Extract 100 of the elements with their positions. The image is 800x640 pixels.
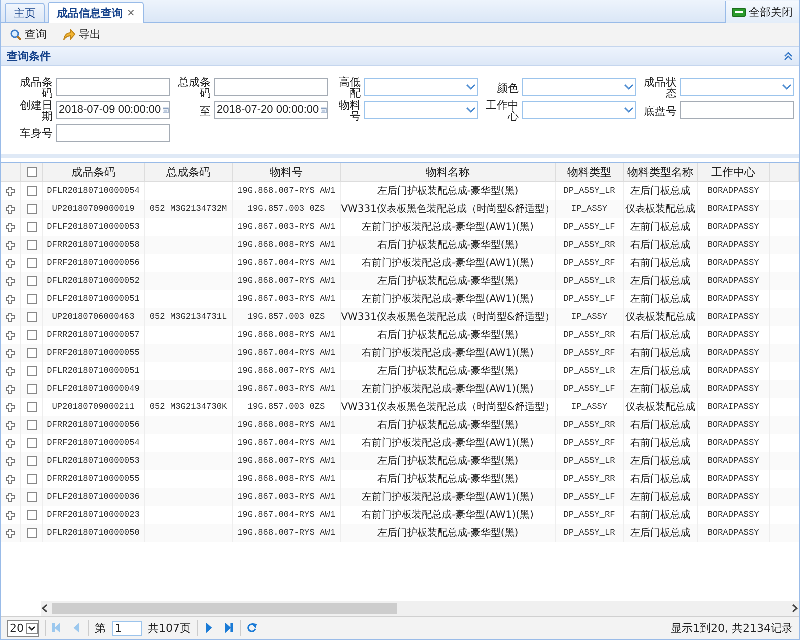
expand-icon[interactable]: [6, 528, 15, 538]
page-input[interactable]: 1: [112, 620, 142, 636]
tab[interactable]: 主页: [5, 3, 45, 22]
expand-icon[interactable]: [6, 510, 15, 520]
refresh-icon[interactable]: [247, 623, 257, 633]
checkbox[interactable]: [26, 528, 36, 538]
table-cell-text: 左前门护板装配总成-豪华型(AW1)(黑): [362, 220, 534, 234]
close-icon[interactable]: ×: [127, 8, 136, 18]
expand-icon[interactable]: [6, 348, 15, 358]
field-label: 高低配: [338, 77, 361, 99]
column-header: 物料类型名称: [624, 163, 698, 181]
checkbox[interactable]: [26, 474, 36, 484]
table-cell: 19G.867.004-RYS AW1: [238, 510, 336, 520]
column-header: 总成条码: [145, 163, 233, 181]
checkbox[interactable]: [26, 312, 36, 322]
input-field[interactable]: [56, 124, 170, 142]
checkbox[interactable]: [26, 348, 36, 358]
expand-icon[interactable]: [6, 276, 15, 286]
input-field[interactable]: [56, 78, 170, 96]
collapse-icon[interactable]: [784, 52, 793, 60]
table-cell: IP_ASSY: [571, 204, 608, 214]
close-all-button[interactable]: 全部关闭: [725, 1, 799, 23]
checkbox[interactable]: [26, 330, 36, 340]
input-field[interactable]: [680, 101, 794, 119]
horizontal-scrollbar[interactable]: [41, 601, 799, 616]
dropdown-field[interactable]: [364, 78, 478, 96]
table-cell: DFRR20180710000057: [47, 330, 140, 340]
checkbox[interactable]: [26, 204, 36, 214]
scroll-left-icon[interactable]: [41, 604, 49, 613]
table-cell-text: 右后门板总成: [630, 238, 690, 252]
table-cell: 052 M3G2134731L: [150, 312, 228, 322]
checkbox[interactable]: [26, 366, 36, 376]
checkbox[interactable]: [26, 240, 36, 250]
table-cell-text: 左后门板总成: [630, 454, 690, 468]
expand-icon[interactable]: [6, 186, 15, 196]
expand-icon[interactable]: [6, 402, 15, 412]
scroll-right-icon[interactable]: [791, 604, 799, 613]
expand-icon[interactable]: [6, 492, 15, 502]
search-button[interactable]: 查询: [7, 26, 50, 43]
next-page-icon[interactable]: [204, 623, 214, 633]
checkbox[interactable]: [26, 510, 36, 520]
dropdown-field[interactable]: [522, 101, 636, 119]
expand-icon[interactable]: [6, 456, 15, 466]
expand-icon[interactable]: [6, 204, 15, 214]
expand-icon[interactable]: [6, 366, 15, 376]
expand-icon[interactable]: [6, 294, 15, 304]
checkbox[interactable]: [26, 402, 36, 412]
field-label: 至: [199, 104, 211, 119]
field-label: 车身号: [19, 126, 53, 141]
table-cell: BORADPASSY: [708, 384, 760, 394]
dropdown-field[interactable]: [364, 101, 478, 119]
table-cell-text: 左后门护板装配总成-豪华型(黑): [377, 454, 519, 468]
field-label: 物料号: [338, 100, 361, 122]
expand-icon[interactable]: [6, 438, 15, 448]
column-header: 物料号: [233, 163, 341, 181]
table-cell: 052 M3G2134730K: [150, 402, 228, 412]
checkbox[interactable]: [26, 276, 36, 286]
dropdown-field[interactable]: [522, 78, 636, 96]
checkbox[interactable]: [26, 294, 36, 304]
tab[interactable]: 成品信息查询 ×: [48, 2, 144, 23]
table-cell: BORADPASSY: [708, 366, 760, 376]
checkbox[interactable]: [26, 186, 36, 196]
date-field[interactable]: 2018-07-20 00:00:00: [214, 101, 328, 119]
export-button[interactable]: 导出: [60, 26, 104, 43]
expand-icon[interactable]: [6, 258, 15, 268]
date-field[interactable]: 2018-07-09 00:00:00: [56, 101, 170, 119]
table-cell-text: 右前门护板装配总成-豪华型(AW1)(黑): [362, 346, 534, 360]
last-page-icon[interactable]: [224, 623, 234, 633]
table-cell: DP_ASSY_LR: [564, 276, 616, 286]
chevron-down-icon: [623, 106, 635, 114]
checkbox[interactable]: [26, 492, 36, 502]
expand-icon[interactable]: [6, 240, 15, 250]
expand-icon[interactable]: [6, 222, 15, 232]
table-cell: DP_ASSY_LF: [564, 294, 616, 304]
table-cell: DFRF20180710000054: [47, 438, 140, 448]
table-cell: DP_ASSY_LF: [564, 222, 616, 232]
expand-icon[interactable]: [6, 384, 15, 394]
checkbox[interactable]: [26, 438, 36, 448]
table-cell: BORADPASSY: [708, 240, 760, 250]
table-cell-text: 仪表板装配总成: [626, 400, 696, 414]
input-field[interactable]: [214, 78, 328, 96]
dropdown-field[interactable]: [680, 78, 794, 96]
table-cell-text: 左后门板总成: [630, 364, 690, 378]
expand-icon[interactable]: [6, 312, 15, 322]
table-cell: 19G.867.004-RYS AW1: [238, 258, 336, 268]
checkbox[interactable]: [26, 258, 36, 268]
checkbox[interactable]: [26, 222, 36, 232]
table-cell: DP_ASSY_LR: [564, 366, 616, 376]
checkbox[interactable]: [26, 420, 36, 430]
calendar-icon: [163, 104, 169, 116]
expand-icon[interactable]: [6, 330, 15, 340]
page-size-select[interactable]: 20: [7, 620, 39, 636]
checkbox[interactable]: [26, 167, 36, 177]
expand-icon[interactable]: [6, 474, 15, 484]
table-cell: BORADPASSY: [708, 294, 760, 304]
checkbox[interactable]: [26, 456, 36, 466]
expand-icon[interactable]: [6, 420, 15, 430]
checkbox[interactable]: [26, 384, 36, 394]
table-cell: 19G.868.008-RYS AW1: [238, 240, 336, 250]
table-cell-text: 右后门护板装配总成-豪华型(黑): [377, 328, 519, 342]
